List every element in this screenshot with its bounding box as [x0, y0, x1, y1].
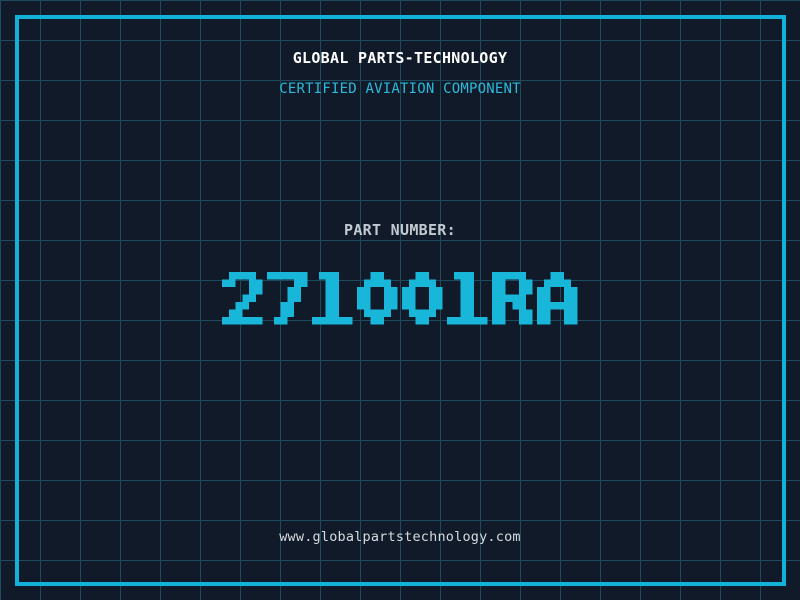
website-url: www.globalpartstechnology.com: [279, 529, 521, 545]
part-label-screen: { "window": { "width": 800, "height": 60…: [0, 0, 800, 600]
part-number-glyph: [447, 272, 488, 325]
part-number-glyph: [357, 272, 398, 325]
part-number-glyph: [267, 272, 308, 325]
part-number-glyph: [222, 272, 263, 325]
part-number-glyph: [312, 272, 353, 325]
certification-tagline: CERTIFIED AVIATION COMPONENT: [279, 81, 521, 97]
company-name: GLOBAL PARTS-TECHNOLOGY: [292, 49, 508, 67]
part-number-value: [0, 272, 800, 325]
part-number-label: PART NUMBER:: [344, 221, 456, 239]
part-number-glyph: [492, 272, 533, 325]
part-number-glyph: [537, 272, 578, 325]
part-number-glyph: [402, 272, 443, 325]
